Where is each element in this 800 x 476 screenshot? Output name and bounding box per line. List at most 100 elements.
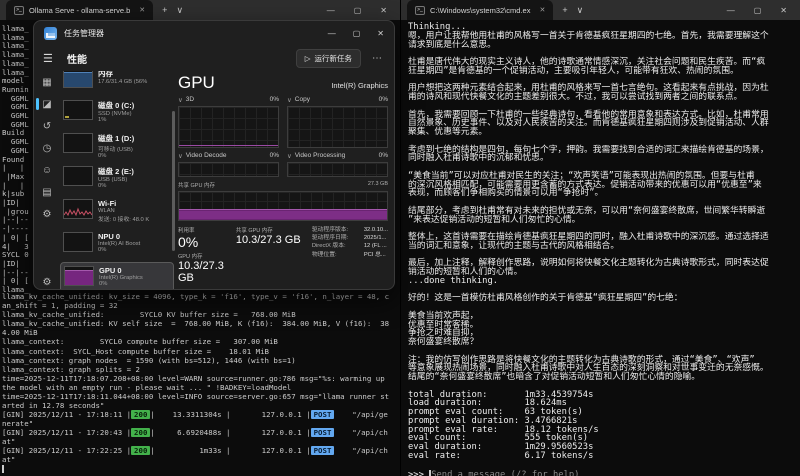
cmd-icon: >_ xyxy=(14,6,24,15)
minimize-button[interactable]: — xyxy=(327,6,335,15)
close-button[interactable]: ✕ xyxy=(380,6,387,15)
window-title: 任务管理器 xyxy=(64,28,104,39)
more-options-icon[interactable]: ⋯ xyxy=(372,53,382,64)
gin-mid: | 1m33s | 127.0.0.1 | xyxy=(150,446,310,455)
shared-memory-chart-header: 共享 GPU 内存 27.3 GB xyxy=(178,181,388,189)
task-manager-header: ☰ 性能 ▷ 运行新任务 ⋯ xyxy=(34,45,394,71)
task-manager-titlebar[interactable]: 任务管理器 — ▢ ✕ xyxy=(34,21,394,45)
shared-memory-chart xyxy=(178,191,388,221)
ollama-prompt-line[interactable]: >>> Send a message (/? for help) xyxy=(408,470,579,476)
list-item-disk0[interactable]: 磁盘 0 (C:) SSD (NVMe) 1% xyxy=(60,97,174,130)
item-percent: 0% xyxy=(98,153,134,159)
list-item-disk1[interactable]: 磁盘 1 (D:) 可移动 (USB) 0% xyxy=(60,130,174,163)
gin-log-row: [GIN] 2025/12/11 - 17:22:25 |200| 1m33s … xyxy=(2,446,388,455)
item-subtitle: 17.6/31.4 GB (56% xyxy=(98,79,147,85)
gpu-stats: 利用率 0% GPU 内存 10.3/27.3 GB 共享 GPU 内存 10.… xyxy=(178,226,388,284)
chart-label: Copy xyxy=(295,96,310,104)
minimize-button[interactable]: — xyxy=(727,6,735,15)
tab-dropdown-icon[interactable]: ∨ xyxy=(577,5,584,16)
list-item-disk2[interactable]: 磁盘 2 (E:) USB (USB) 0% xyxy=(60,163,174,196)
cmd-output-area[interactable]: Thinking... 嗯，用户让我帮他用杜甫的风格写一首关于肯德基疯狂星期四的… xyxy=(401,20,800,476)
tab-ollama-serve[interactable]: >_ Ollama Serve - ollama-serve.b ✕ xyxy=(6,0,153,20)
chevron-down-icon: ∨ xyxy=(287,96,292,104)
chart-header-video-processing[interactable]: ∨ Video Processing 0% xyxy=(287,152,388,160)
memory-graph-thumbnail xyxy=(63,71,93,88)
gpu-detail-panel: GPU Intel(R) Graphics ∨ 3D 0% ∨ Copy 0% xyxy=(178,71,388,290)
tab-close-icon[interactable]: ✕ xyxy=(139,6,145,14)
list-item-gpu0-selected[interactable]: GPU 0 Intel(R) Graphics 0% xyxy=(60,262,174,290)
list-item-memory[interactable]: 内存 17.6/31.4 GB (56% xyxy=(60,71,174,97)
run-task-icon: ▷ xyxy=(305,54,311,63)
gin-mid: | 13.3311304s | 127.0.0.1 | xyxy=(150,410,310,419)
item-title: 内存 xyxy=(98,71,147,79)
list-item-npu0[interactable]: NPU 0 Intel(R) AI Boost 0% xyxy=(60,229,174,262)
item-title: GPU 0 xyxy=(99,266,143,275)
method-badge: POST xyxy=(311,428,335,437)
tab-close-icon[interactable]: ✕ xyxy=(539,6,545,14)
page-title: 性能 xyxy=(67,51,87,66)
run-task-label: 运行新任务 xyxy=(315,53,353,64)
maximize-button[interactable]: ▢ xyxy=(353,29,361,38)
gpu-memory-value: 10.3/27.3 GB xyxy=(178,260,226,284)
gpu-video-decode-chart xyxy=(178,162,279,177)
tab-bar: >_ C:\Windows\system32\cmd.ex ✕ + ∨ — ▢ … xyxy=(401,0,800,20)
minimize-button[interactable]: — xyxy=(328,29,336,38)
nav-processes[interactable]: ▦ xyxy=(34,71,60,93)
nav-performance[interactable]: ◪ xyxy=(34,93,60,115)
item-percent: 0% xyxy=(98,183,134,189)
nav-details[interactable]: ▤ xyxy=(34,181,60,203)
gpu-panel-title: GPU xyxy=(178,73,215,93)
settings-icon[interactable]: ⚙ xyxy=(34,277,60,288)
chart-value: 0% xyxy=(379,152,388,160)
chart-header-copy[interactable]: ∨ Copy 0% xyxy=(287,96,388,104)
close-button[interactable]: ✕ xyxy=(780,6,787,15)
gin-log-wrap: nerate" xyxy=(2,419,33,428)
wifi-graph-thumbnail xyxy=(63,199,93,219)
driver-date-value: 2025/1... xyxy=(364,234,387,242)
gin-wrap-text: at" xyxy=(2,455,15,464)
status-badge: 200 xyxy=(131,410,150,419)
disk2-graph-thumbnail xyxy=(63,166,93,186)
new-tab-button[interactable]: + xyxy=(562,5,567,15)
nav-app-history[interactable]: ↺ xyxy=(34,115,60,137)
window-controls: — ▢ ✕ xyxy=(727,6,800,15)
run-new-task-button[interactable]: ▷ 运行新任务 xyxy=(296,49,361,68)
physical-location-value: PCI 总... xyxy=(364,251,386,259)
gin-log-wrap: at" xyxy=(2,437,15,446)
cmd-icon: >_ xyxy=(415,6,425,15)
chevron-down-icon: ∨ xyxy=(178,96,183,104)
scrollbar[interactable] xyxy=(172,111,175,251)
task-manager-icon xyxy=(44,27,57,40)
nav-startup-apps[interactable]: ◷ xyxy=(34,137,60,159)
maximize-button[interactable]: ▢ xyxy=(754,6,762,15)
prompt-placeholder: Send a message (/? for help) xyxy=(431,470,579,476)
details-icon: ▤ xyxy=(42,187,51,198)
tab-dropdown-icon[interactable]: ∨ xyxy=(176,5,183,16)
terminal-window-cmd: >_ C:\Windows\system32\cmd.ex ✕ + ∨ — ▢ … xyxy=(400,0,800,476)
close-button[interactable]: ✕ xyxy=(377,29,384,38)
gin-path: "/api/ch xyxy=(334,428,387,437)
chart-header-video-decode[interactable]: ∨ Video Decode 0% xyxy=(178,152,279,160)
maximize-button[interactable]: ▢ xyxy=(354,6,362,15)
terminal-log-fragments: llama_ llama_ llama_ llama_ llama_ llama… xyxy=(2,25,29,295)
chart-label: Video Processing xyxy=(295,152,345,160)
gin-prefix: [GIN] 2025/12/11 - 17:22:25 | xyxy=(2,446,131,455)
tab-cmd[interactable]: >_ C:\Windows\system32\cmd.ex ✕ xyxy=(407,0,553,20)
directx-version-value: 12 (FL ... xyxy=(364,242,387,250)
nav-services[interactable]: ⚙ xyxy=(34,203,60,225)
shared-memory-stat-label: 共享 GPU 内存 xyxy=(236,226,302,234)
new-tab-button[interactable]: + xyxy=(162,5,167,15)
chart-label: Video Decode xyxy=(186,152,227,160)
chart-label: 3D xyxy=(186,96,194,104)
hamburger-icon[interactable]: ☰ xyxy=(43,52,61,65)
tab-bar: >_ Ollama Serve - ollama-serve.b ✕ + ∨ —… xyxy=(0,0,400,20)
services-icon: ⚙ xyxy=(43,209,52,220)
list-item-wifi[interactable]: Wi-Fi WLAN 发送: 0 接收: 48.0 K xyxy=(60,196,174,229)
driver-version-value: 32.0.10... xyxy=(364,226,388,234)
gin-wrap-text: nerate" xyxy=(2,419,33,428)
startup-apps-icon: ◷ xyxy=(43,143,52,154)
gpu-memory-label: GPU 内存 xyxy=(178,252,226,260)
gpu-device-name: Intel(R) Graphics xyxy=(331,81,388,90)
nav-users[interactable]: ☺ xyxy=(34,159,60,181)
chart-header-3d[interactable]: ∨ 3D 0% xyxy=(178,96,279,104)
